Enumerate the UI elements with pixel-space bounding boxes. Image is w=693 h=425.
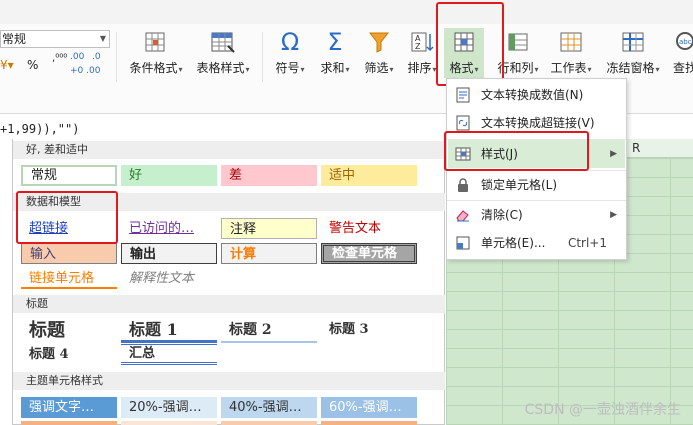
section-header-title: 标题 [13,295,445,313]
sort-icon: AZ [411,32,434,52]
filter-icon [368,32,390,53]
watermark: CSDN @一壶浊酒伴余生 [524,402,681,418]
format-highlight-box [436,2,504,86]
title-strip [0,0,693,24]
style-20-accent[interactable]: 20%-强调… [121,397,217,418]
style-accent-2-40-peek [221,421,317,425]
convert-number-icon [456,87,470,103]
freeze-icon [622,32,644,52]
table-style-button[interactable]: 表格样式▾ [193,28,253,76]
menu-item-cell-format[interactable]: 单元格(E)... Ctrl+1 [448,229,625,257]
style-accent-2-peek [21,421,117,425]
style-check-cell[interactable]: 检查单元格 [321,243,417,264]
style-normal[interactable]: 常规 [21,165,117,186]
worksheet-icon [560,32,582,52]
style-explanatory[interactable]: 解释性文本 [121,268,217,289]
menu-item-text-to-number[interactable]: 文本转换成数值(N) [448,81,625,109]
worksheet-button[interactable]: 工作表▾ [548,28,594,76]
sigma-icon: Σ [327,28,343,56]
style-heading-4[interactable]: 标题 4 [21,344,117,365]
chevron-down-icon: ▼ [99,34,106,43]
section-header-good-bad: 好, 差和适中 [13,141,445,159]
svg-text:abc: abc [679,38,692,46]
column-header-r[interactable]: R [632,141,640,155]
ribbon-separator [262,32,263,82]
style-heading-2[interactable]: 标题 2 [221,319,317,343]
style-linked-cell[interactable]: 链接单元格 [21,268,117,289]
symbol-button[interactable]: Ω 符号▾ [270,28,310,76]
style-accent-2-20-peek [121,421,217,425]
style-warning-text[interactable]: 警告文本 [321,218,417,239]
conditional-format-icon [145,32,165,52]
table-style-icon [211,32,235,53]
find-button[interactable]: abc 查找 [670,28,693,76]
increase-decimal-button[interactable]: .00 [70,52,84,62]
style-output[interactable]: 输出 [121,243,217,264]
style-visited-link[interactable]: 已访问的… [121,218,217,239]
style-calculation[interactable]: 计算 [221,243,317,264]
number-format-value: 常规 [2,32,27,46]
style-bad[interactable]: 差 [221,165,317,186]
conditional-format-button[interactable]: 条件格式▾ [126,28,186,76]
sum-button[interactable]: Σ 求和▾ [315,28,355,76]
cell-icon [456,236,470,250]
style-40-accent[interactable]: 40%-强调… [221,397,317,418]
style-total[interactable]: 汇总 [121,344,217,365]
filter-button[interactable]: 筛选▾ [359,28,399,76]
menu-item-lock-cell[interactable]: 锁定单元格(L) [448,171,625,199]
shortcut-label: Ctrl+1 [567,236,607,250]
cell-style-gallery: 好, 差和适中 常规 好 差 适中 数据和模型 超链接 已访问的… 注释 警告文… [12,139,445,425]
currency-icon[interactable]: ¥▾ [0,58,14,72]
style-input[interactable]: 输入 [21,243,117,264]
data-model-highlight-box [16,191,118,244]
style-heading-1[interactable]: 标题 1 [121,319,217,343]
style-note[interactable]: 注释 [221,218,317,239]
style-heading-3[interactable]: 标题 3 [321,319,417,343]
style-item-highlight-box [444,131,589,171]
omega-icon: Ω [280,28,300,56]
percent-button[interactable]: % [27,58,38,72]
search-icon: abc [676,32,693,50]
lock-icon [458,178,468,192]
style-60-accent[interactable]: 60%-强调… [321,397,417,418]
style-good[interactable]: 好 [121,165,217,186]
style-neutral[interactable]: 适中 [321,165,417,186]
ribbon-separator [116,32,117,82]
decrease-decimal-button[interactable]: .0 [92,52,101,62]
menu-item-clear[interactable]: 清除(C) ▶ [448,201,625,229]
style-title[interactable]: 标题 [21,319,117,343]
style-accent[interactable]: 强调文字… [21,397,117,418]
style-accent-2-60-peek [321,421,417,425]
row-col-icon [508,33,528,51]
number-format-select[interactable]: 常规 ▼ [0,30,110,48]
chevron-right-icon: ▶ [610,210,617,220]
freeze-pane-button[interactable]: 冻结窗格▾ [604,28,662,76]
eraser-icon [456,210,469,222]
formula-text: +1,99)),"") [0,122,80,136]
chevron-right-icon: ▶ [610,149,617,159]
svg-text:Z: Z [415,42,421,51]
comma-button[interactable]: ,⁰⁰⁰ [52,54,67,64]
section-header-theme-styles: 主题单元格样式 [13,372,445,390]
decimal-arrows-icon: +0 .00 [70,66,101,76]
convert-link-icon [456,115,470,131]
